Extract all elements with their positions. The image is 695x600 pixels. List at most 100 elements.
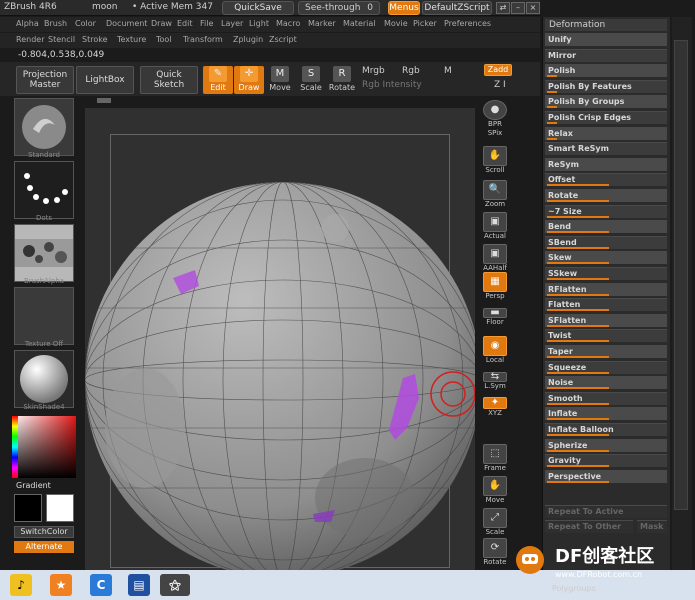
deform-relax[interactable]: Relax: [545, 126, 667, 140]
menu-tool[interactable]: Tool: [156, 35, 172, 44]
color-picker[interactable]: [12, 416, 76, 478]
main-color-swatch[interactable]: [46, 494, 74, 522]
alpha-thumbnail[interactable]: [14, 224, 74, 282]
scroll-button[interactable]: ✋ Scroll: [481, 146, 509, 174]
menu-picker[interactable]: Picker: [413, 19, 437, 28]
menu-marker[interactable]: Marker: [308, 19, 336, 28]
quick-sketch-button[interactable]: Quick Sketch: [140, 66, 198, 94]
brush-thumbnail[interactable]: [14, 98, 74, 156]
projection-master-button[interactable]: Projection Master: [16, 66, 74, 94]
menu-material[interactable]: Material: [343, 19, 376, 28]
menu-zscript[interactable]: Zscript: [269, 35, 297, 44]
deformation-title[interactable]: Deformation: [545, 19, 667, 31]
deform-sbend[interactable]: SBend: [545, 235, 667, 249]
scale-view-button[interactable]: ⤢ Scale: [481, 508, 509, 536]
menu-stencil[interactable]: Stencil: [48, 35, 75, 44]
rotate-view-button[interactable]: ⟳ Rotate: [481, 538, 509, 566]
move-button[interactable]: M Move: [265, 66, 295, 94]
stroke-thumbnail[interactable]: [14, 161, 74, 219]
repeat-to-active-button[interactable]: Repeat To Active: [545, 505, 667, 518]
menu-render[interactable]: Render: [16, 35, 44, 44]
lsym-button[interactable]: ⇆ L.Sym: [481, 372, 509, 390]
scale-button[interactable]: S Scale: [296, 66, 326, 94]
polygroups-label[interactable]: Polygroups: [552, 584, 596, 593]
menu-document[interactable]: Document: [106, 19, 147, 28]
deform-sskew[interactable]: SSkew: [545, 267, 667, 280]
frame-button[interactable]: ⬚ Frame: [481, 444, 509, 472]
swap-icon[interactable]: ⇄: [496, 2, 510, 14]
actual-button[interactable]: ▣ Actual: [481, 212, 509, 240]
quicksave-button[interactable]: QuickSave: [222, 1, 294, 15]
zbrush-taskbar-icon[interactable]: ⚝: [160, 574, 190, 596]
menu-transform[interactable]: Transform: [183, 35, 223, 44]
spix-slider[interactable]: SPix: [481, 129, 509, 137]
mrgb-toggle[interactable]: Mrgb: [362, 66, 385, 76]
deform-sflatten[interactable]: SFlatten: [545, 313, 667, 327]
menu-stroke[interactable]: Stroke: [82, 35, 108, 44]
deform-spherize[interactable]: Spherize: [545, 438, 667, 452]
deform-gravity[interactable]: Gravity: [545, 454, 667, 468]
repeat-to-other-button[interactable]: Repeat To Other: [545, 520, 633, 533]
deform-7-size[interactable]: ~7 Size: [545, 204, 667, 218]
deform-squeeze[interactable]: Squeeze: [545, 360, 667, 374]
menu-preferences[interactable]: Preferences: [444, 19, 491, 28]
deform-noise[interactable]: Noise: [545, 376, 667, 390]
deform-taper[interactable]: Taper: [545, 345, 667, 358]
deform-resym[interactable]: ReSym: [545, 157, 667, 171]
menu-file[interactable]: File: [200, 19, 213, 28]
panel-scroll-thumb[interactable]: [674, 40, 688, 510]
deform-perspective[interactable]: Perspective: [545, 469, 667, 483]
deform-inflate-balloon[interactable]: Inflate Balloon: [545, 423, 667, 436]
xyz-button[interactable]: ✦ XYZ: [481, 397, 509, 417]
rgb-toggle[interactable]: Rgb: [402, 66, 420, 76]
deform-mirror[interactable]: Mirror: [545, 48, 667, 62]
floor-button[interactable]: ▬ Floor: [481, 308, 509, 326]
material-thumbnail[interactable]: [14, 350, 74, 408]
deform-bend[interactable]: Bend: [545, 220, 667, 234]
menu-draw[interactable]: Draw: [151, 19, 172, 28]
menu-light[interactable]: Light: [249, 19, 269, 28]
local-button[interactable]: ◉ Local: [481, 336, 509, 364]
deform-smart-resym[interactable]: Smart ReSym: [545, 142, 667, 156]
default-zscript-button[interactable]: DefaultZScript: [422, 1, 492, 15]
hue-strip[interactable]: [12, 416, 18, 478]
secondary-color-swatch[interactable]: [14, 494, 42, 522]
gradient-label[interactable]: Gradient: [16, 481, 51, 490]
deform-offset[interactable]: Offset: [545, 173, 667, 187]
zoom-button[interactable]: 🔍 Zoom: [481, 180, 509, 208]
menus-button[interactable]: Menus: [388, 1, 420, 15]
moon-sphere-model[interactable]: [85, 108, 475, 570]
mask-button[interactable]: Mask: [637, 520, 667, 533]
document-app-icon[interactable]: ▤: [128, 574, 150, 596]
deform-skew[interactable]: Skew: [545, 251, 667, 265]
deform-rflatten[interactable]: RFlatten: [545, 282, 667, 296]
deform-unify[interactable]: Unify: [545, 33, 667, 46]
menu-color[interactable]: Color: [75, 19, 96, 28]
bpr-button[interactable]: ● BPR: [481, 100, 509, 128]
deform-twist[interactable]: Twist: [545, 329, 667, 343]
deform-flatten[interactable]: Flatten: [545, 298, 667, 312]
rotate-button[interactable]: R Rotate: [327, 66, 357, 94]
deform-smooth[interactable]: Smooth: [545, 391, 667, 405]
minimize-icon[interactable]: –: [511, 2, 525, 14]
menu-brush[interactable]: Brush: [44, 19, 67, 28]
persp-button[interactable]: ▦ Persp: [481, 272, 509, 300]
z-intensity-slider[interactable]: Z I: [494, 80, 506, 90]
alternate-button[interactable]: Alternate: [14, 541, 74, 553]
app-store-icon[interactable]: ★: [50, 574, 72, 596]
menu-zplugin[interactable]: Zplugin: [233, 35, 263, 44]
qq-icon[interactable]: ♪: [10, 574, 32, 596]
close-icon[interactable]: ×: [526, 2, 540, 14]
m-toggle[interactable]: M: [444, 66, 452, 76]
menu-movie[interactable]: Movie: [384, 19, 408, 28]
rgb-intensity-slider[interactable]: Rgb Intensity: [362, 80, 422, 90]
deform-inflate[interactable]: Inflate: [545, 407, 667, 421]
deform-polish-by-features[interactable]: Polish By Features: [545, 79, 667, 93]
switch-color-button[interactable]: SwitchColor: [14, 526, 74, 538]
aahalf-button[interactable]: ▣ AAHalf: [481, 244, 509, 272]
menu-macro[interactable]: Macro: [276, 19, 300, 28]
browser-icon[interactable]: C: [90, 574, 112, 596]
menu-layer[interactable]: Layer: [221, 19, 243, 28]
zadd-toggle[interactable]: Zadd: [484, 64, 512, 76]
deform-polish[interactable]: Polish: [545, 64, 667, 78]
